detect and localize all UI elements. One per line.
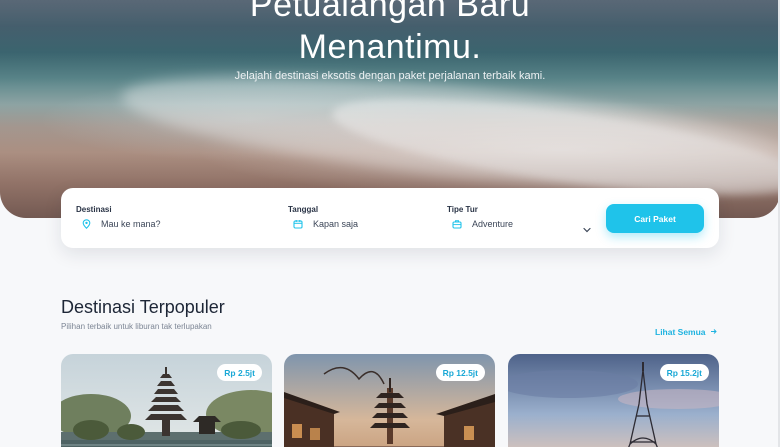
price-badge: Rp 12.5jt — [435, 364, 485, 381]
map-pin-icon — [81, 219, 91, 229]
section-subtitle: Pilihan terbaik untuk liburan tak terlup… — [61, 322, 212, 331]
hero-banner: Petualangan Baru Menantimu. Jelajahi des… — [0, 0, 780, 218]
date-field[interactable]: Tanggal Kapan saja — [273, 188, 423, 248]
tour-type-select[interactable]: Adventure — [472, 219, 513, 229]
price-badge: Rp 15.2jt — [659, 364, 709, 381]
arrow-right-icon — [710, 327, 717, 337]
destination-field[interactable]: Destinasi Mau ke mana? — [61, 188, 281, 248]
page: Petualangan Baru Menantimu. Jelajahi des… — [0, 0, 780, 447]
hero-title-line2: Menantimu. — [298, 28, 482, 66]
search-package-button[interactable]: Cari Paket — [606, 204, 704, 233]
section-title: Destinasi Terpopuler — [61, 297, 225, 317]
destination-label: Destinasi — [76, 205, 112, 214]
chevron-down-icon[interactable] — [583, 220, 591, 238]
hero-title-line1: Petualangan Baru — [249, 0, 531, 24]
destination-input[interactable]: Mau ke mana? — [101, 219, 161, 229]
tour-type-label: Tipe Tur — [447, 205, 478, 214]
date-label: Tanggal — [288, 205, 319, 214]
see-all-label: Lihat Semua — [655, 327, 706, 337]
price-badge: Rp 2.5jt — [217, 364, 262, 381]
search-panel: Destinasi Mau ke mana? Tanggal Kapan saj… — [61, 188, 719, 248]
see-all-link[interactable]: Lihat Semua — [655, 327, 717, 337]
destination-card[interactable]: Rp 15.2jt — [508, 354, 719, 447]
calendar-icon — [293, 219, 303, 229]
tour-type-field[interactable]: Tipe Tur Adventure — [432, 188, 602, 248]
destination-card[interactable]: Rp 12.5jt — [284, 354, 495, 447]
hero-subtitle: Jelajahi destinasi eksotis dengan paket … — [234, 70, 546, 82]
destination-card[interactable]: Rp 2.5jt — [61, 354, 272, 447]
date-input[interactable]: Kapan saja — [313, 219, 358, 229]
hero-title: Petualangan Baru Menantimu. — [0, 0, 780, 68]
suitcase-icon — [452, 219, 462, 229]
